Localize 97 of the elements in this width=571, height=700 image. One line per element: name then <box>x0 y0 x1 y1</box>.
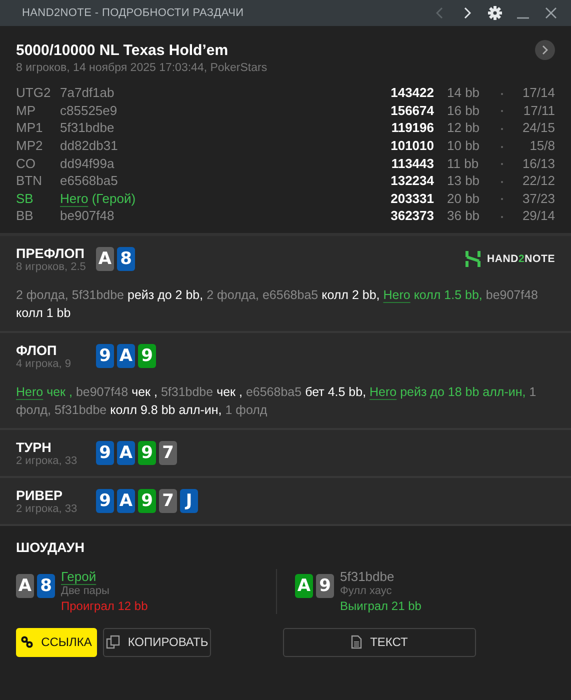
next-button[interactable] <box>535 40 555 60</box>
player-link[interactable]: Hero <box>16 384 44 399</box>
hand-result: Проиграл 12 bb <box>61 598 148 614</box>
stack-amount: 113443 <box>390 154 434 172</box>
player-note: (Герой) <box>92 190 136 206</box>
minimize-icon <box>517 17 529 19</box>
position-label: SB <box>16 190 60 208</box>
playing-card: 8 <box>37 574 55 598</box>
playing-card: 9 <box>316 574 334 598</box>
chevron-right-icon <box>464 7 470 19</box>
stack-bb: 11 bb <box>446 154 480 172</box>
playing-card: A <box>96 247 114 272</box>
player-name: dd94f99a <box>60 156 114 171</box>
street-info: 2 игрока, 33 <box>16 502 78 515</box>
player-stats: 24/15 <box>521 119 555 137</box>
stack-amount: 119196 <box>390 119 434 137</box>
player-stats: 16/13 <box>521 154 555 172</box>
playing-card: A <box>16 574 34 598</box>
street-info: 2 игрока, 33 <box>16 454 78 467</box>
playing-card: 9 <box>138 441 156 466</box>
playing-card: 9 <box>96 489 114 514</box>
playing-card: A <box>117 441 135 466</box>
playing-card: J <box>180 489 198 514</box>
link-button[interactable]: ССЫЛКА <box>16 628 97 657</box>
game-title: 5000/10000 NL Texas Hold’em <box>16 42 228 58</box>
playing-card: A <box>117 489 135 514</box>
playing-card: A <box>295 574 313 598</box>
action-log: Hero чек , be907f48 чек , 5f31bdbe чек , e6568ba5 бет 4.5 bb, Hero рейз до 18 bb алл-ин, 1 фолд, 5f31bdbe колл 9.8 bb алл-ин, 1 фолд <box>16 384 538 419</box>
action-log: 2 фолда, 5f31bdbe рейз до 2 bb, 2 фолда, e6568ba5 колл 2 bb, Hero колл 1.5 bb, be907f48 колл 1 bb <box>16 286 540 322</box>
position-label: UTG2 <box>16 84 52 102</box>
stack-amount: 101010 <box>390 137 434 154</box>
stack-bb: 16 bb <box>434 102 499 120</box>
player-name: 5f31bdbe <box>340 568 396 584</box>
chevron-right-icon <box>542 45 548 55</box>
player-name: dd82db31 <box>60 138 118 154</box>
player-link[interactable]: Hero <box>370 384 397 399</box>
stack-bb: 20 bb <box>434 190 499 208</box>
position-label: BTN <box>16 172 43 190</box>
stack-bb: 12 bb <box>446 119 481 137</box>
playing-card: 9 <box>138 344 156 368</box>
stack-amount: 132234 <box>390 172 434 190</box>
player-name: 7a7df1ab <box>60 85 114 100</box>
street-title: ФЛОП <box>16 342 57 358</box>
street-title: ПРЕФЛОП <box>16 246 84 261</box>
playing-card: 7 <box>159 441 177 466</box>
stack-bb: 13 bb <box>434 172 499 190</box>
player-name: e6568ba5 <box>60 173 118 188</box>
position-label: CO <box>16 154 36 172</box>
player-name: c85525e9 <box>60 102 118 118</box>
brand-logo: HAND2NOTE <box>486 253 555 266</box>
text-button[interactable]: ТЕКСТ <box>283 628 476 657</box>
playing-card: 7 <box>159 489 177 514</box>
street-title: ТУРН <box>16 440 52 455</box>
playing-card: 9 <box>96 344 114 368</box>
window-title: HAND2NOTE - ПОДРОБНОСТИ РАЗДАЧИ <box>22 7 245 19</box>
street-info: 4 игрока, 9 <box>16 358 72 370</box>
hand-result: Выиграл 21 bb <box>340 598 422 614</box>
stack-amount: 203331 <box>390 190 434 208</box>
position-label: BB <box>16 207 60 225</box>
stack-bb: 14 bb <box>446 84 481 102</box>
copy-icon <box>106 635 120 650</box>
gear-icon <box>488 6 502 20</box>
stack-bb: 36 bb <box>446 207 481 225</box>
hand-combination: Фулл хаус <box>340 584 393 599</box>
link-icon <box>21 636 34 648</box>
hand-combination: Две пары <box>61 584 110 599</box>
player-link[interactable]: Герой <box>61 568 148 584</box>
player-link[interactable]: Hero <box>383 288 410 302</box>
chevron-left-icon <box>436 7 442 19</box>
player-link[interactable]: Hero <box>60 190 88 206</box>
player-name: be907f48 <box>60 208 114 224</box>
street-info: 8 игроков, 2.5 <box>16 260 87 273</box>
player-stats: 29/14 <box>521 207 555 225</box>
hand-info: 8 игроков, 14 ноября 2025 17:03:44, PokerStars <box>16 62 268 74</box>
position-label: MP <box>16 102 36 120</box>
player-stats: 15/8 <box>528 137 555 154</box>
playing-card: 9 <box>138 489 156 514</box>
playing-card: A <box>117 344 135 368</box>
player-name: 5f31bdbe <box>60 120 114 136</box>
stack-amount: 143422 <box>390 84 434 102</box>
close-icon <box>545 7 557 19</box>
stack-amount: 156674 <box>390 102 434 120</box>
logo-icon <box>464 250 481 268</box>
section-title: ШОУДАУН <box>16 540 86 555</box>
position-label: MP1 <box>16 119 44 137</box>
player-stats: 22/12 <box>521 172 555 190</box>
street-title: РИВЕР <box>16 488 62 503</box>
player-stats: 37/23 <box>521 190 555 208</box>
document-icon <box>351 635 362 650</box>
player-stats: 17/11 <box>522 102 555 120</box>
player-stats: 17/14 <box>521 84 555 102</box>
stack-amount: 362373 <box>390 207 434 225</box>
copy-button[interactable]: КОПИРОВАТЬ <box>103 628 211 657</box>
playing-card: 9 <box>96 441 114 466</box>
position-label: MP2 <box>16 137 44 154</box>
playing-card: 8 <box>117 247 135 272</box>
stack-bb: 10 bb <box>446 137 481 154</box>
